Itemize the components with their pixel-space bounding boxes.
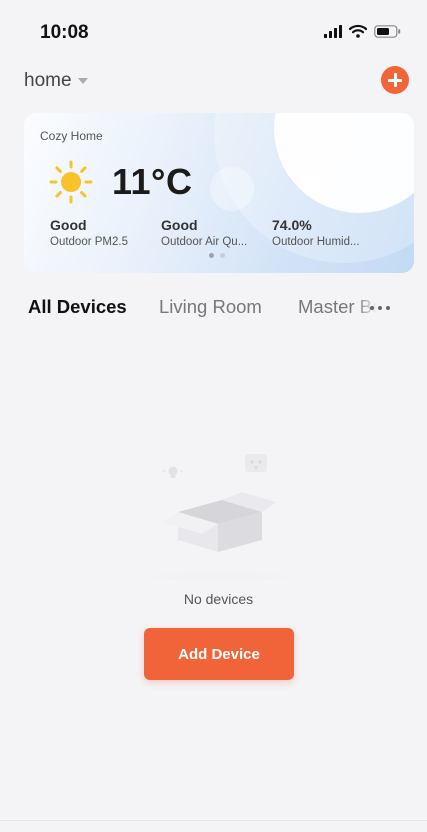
home-selector[interactable]: home [24,70,88,92]
metric-label: Outdoor PM2.5 [50,236,128,248]
metric-label: Outdoor Air Qu... [161,236,248,248]
card-decoration [300,173,322,195]
card-pager [209,253,225,258]
card-decoration [342,167,347,172]
divider [0,820,427,821]
metric-pm25: Good Outdoor PM2.5 [50,217,128,248]
metric-humidity: 74.0% Outdoor Humid... [272,217,360,248]
metric-value: Good [161,217,198,233]
sun-icon [49,160,93,204]
add-button[interactable] [381,66,409,94]
temperature-value: 11°C [112,161,193,202]
empty-state-text: No devices [183,591,254,607]
caret-down-icon [77,78,88,84]
room-tabs: All Devices Living Room Master Be [0,296,427,326]
empty-box-illustration [130,454,310,580]
more-icon[interactable] [370,306,390,310]
status-bar: 10:08 [0,0,427,64]
tab-living-room[interactable]: Living Room [159,296,262,318]
battery-icon [374,24,401,38]
socket-icon [245,454,267,472]
status-icons [324,24,401,38]
wifi-icon [349,24,367,38]
home-label: home [24,70,72,91]
metric-label: Outdoor Humid... [272,236,360,248]
bulb-icon [163,466,183,478]
status-time: 10:08 [40,22,89,43]
metric-air-quality: Good Outdoor Air Qu... [161,217,247,248]
add-device-button[interactable]: Add Device [144,628,294,680]
tab-fade [355,296,383,324]
metric-value: Good [50,217,87,233]
weather-card[interactable]: Cozy Home 11°C Good Outdoor PM2.5 Good O… [24,113,414,273]
pager-dot [220,253,225,258]
tab-all-devices[interactable]: All Devices [28,296,127,318]
home-name: Cozy Home [40,129,103,143]
metric-value: 74.0% [272,217,312,233]
pager-dot [209,253,214,258]
signal-icon [324,24,342,38]
header: home [0,64,427,104]
card-decoration [210,167,254,211]
